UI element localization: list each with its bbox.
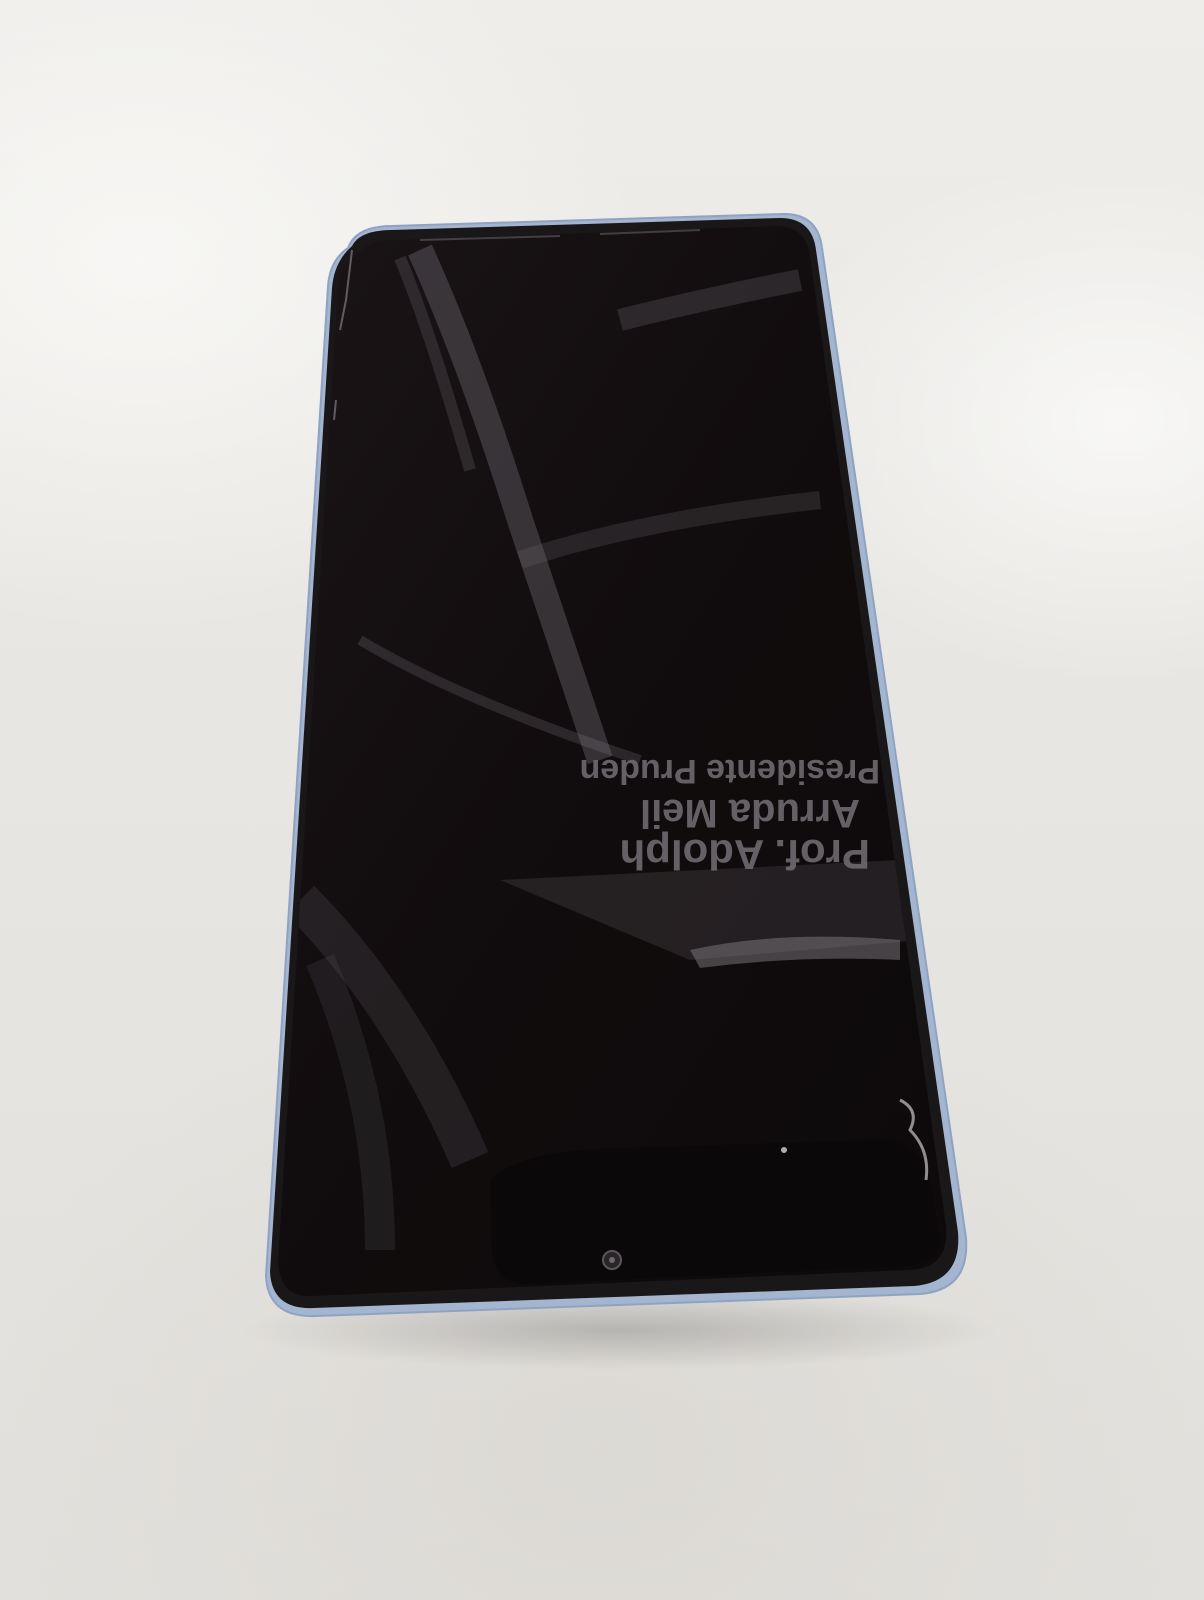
reflection-line-2: Arruda Meil	[640, 791, 860, 835]
reflection-line-1: Presidente Pruden	[580, 752, 880, 790]
reflection-line-3: Prof. Adolph	[620, 831, 870, 878]
phone-screen: Presidente Pruden Arruda Meil Prof. Adol…	[278, 226, 947, 1297]
camera-lens	[609, 1257, 615, 1263]
dust-speck	[781, 1147, 787, 1153]
phone-illustration: Presidente Pruden Arruda Meil Prof. Adol…	[240, 212, 1000, 1370]
photo-scene: Presidente Pruden Arruda Meil Prof. Adol…	[0, 0, 1204, 1600]
